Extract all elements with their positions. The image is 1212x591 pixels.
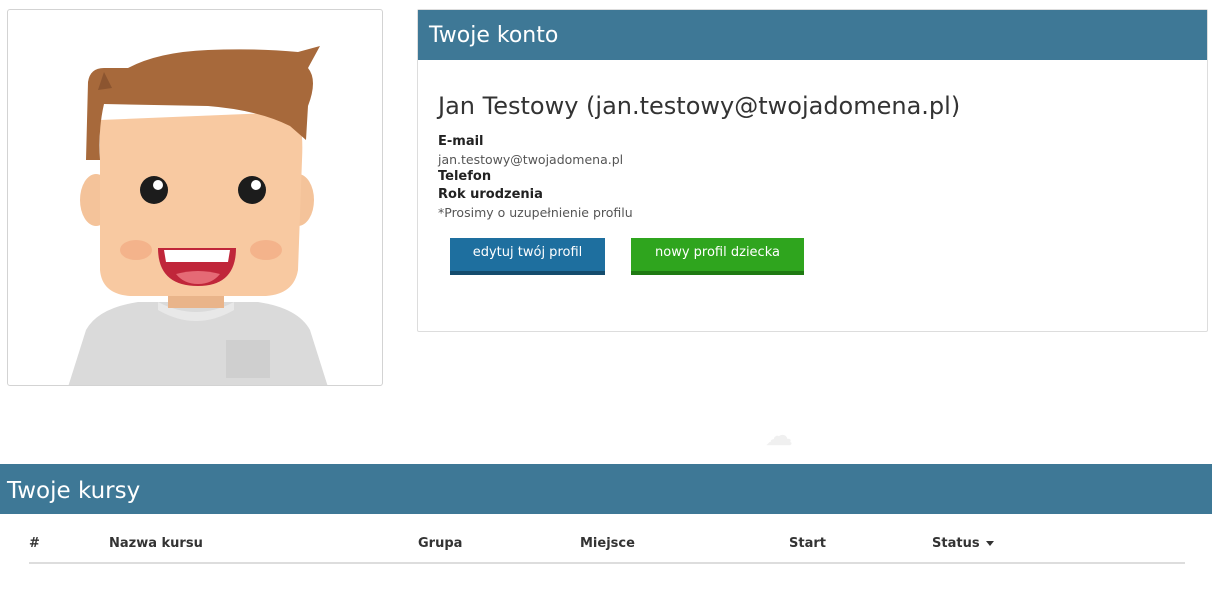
account-panel-title: Twoje konto bbox=[418, 10, 1207, 60]
user-name-heading: Jan Testowy (jan.testowy@twojadomena.pl) bbox=[438, 92, 961, 120]
column-header-place: Miejsce bbox=[580, 532, 789, 564]
column-header-group: Grupa bbox=[418, 532, 580, 564]
caret-down-icon[interactable] bbox=[985, 541, 994, 546]
background-decoration: ☁ bbox=[765, 419, 793, 452]
courses-title: Twoje kursy bbox=[0, 464, 1212, 514]
courses-section: Twoje kursy # Nazwa kursu Grupa Miejsce … bbox=[0, 464, 1212, 564]
account-panel: Twoje konto Jan Testowy (jan.testowy@two… bbox=[417, 9, 1208, 332]
profile-note: *Prosimy o uzupełnienie profilu bbox=[438, 205, 633, 220]
courses-table: # Nazwa kursu Grupa Miejsce Start Status bbox=[29, 532, 1185, 564]
column-header-status[interactable]: Status bbox=[932, 532, 1185, 564]
birth-year-label: Rok urodzenia bbox=[438, 187, 543, 202]
edit-profile-button[interactable]: edytuj twój profil bbox=[450, 238, 605, 275]
phone-label: Telefon bbox=[438, 169, 492, 184]
column-header-status-label: Status bbox=[932, 536, 980, 551]
column-header-start: Start bbox=[789, 532, 932, 564]
account-details: Jan Testowy (jan.testowy@twojadomena.pl)… bbox=[418, 60, 1207, 275]
column-header-course-name: Nazwa kursu bbox=[109, 532, 418, 564]
account-actions: edytuj twój profil nowy profil dziecka bbox=[450, 238, 1207, 275]
column-header-number: # bbox=[29, 532, 109, 564]
email-label: E-mail bbox=[438, 134, 484, 149]
courses-table-header-row: # Nazwa kursu Grupa Miejsce Start Status bbox=[29, 532, 1185, 564]
email-value: jan.testowy@twojadomena.pl bbox=[438, 152, 624, 167]
new-child-profile-button[interactable]: nowy profil dziecka bbox=[631, 238, 804, 275]
avatar-card bbox=[7, 9, 383, 386]
avatar-image bbox=[68, 46, 328, 385]
